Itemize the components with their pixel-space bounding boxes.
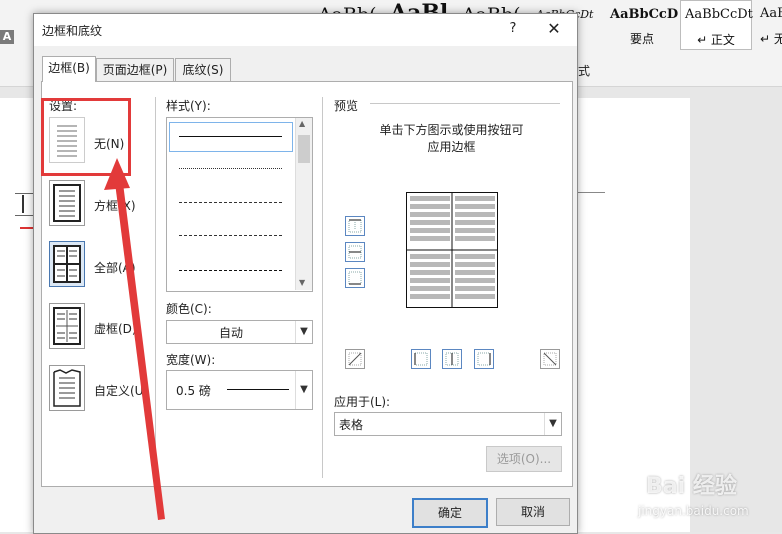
watermark-brand: Bai 经验 xyxy=(646,474,737,499)
baidu-watermark: Bai 经验 jingyan.baidu.com xyxy=(598,462,782,532)
watermark-url: jingyan.baidu.com xyxy=(638,504,749,518)
annotation-arrow-icon xyxy=(104,158,165,520)
baidu-paw-icon xyxy=(614,466,642,499)
